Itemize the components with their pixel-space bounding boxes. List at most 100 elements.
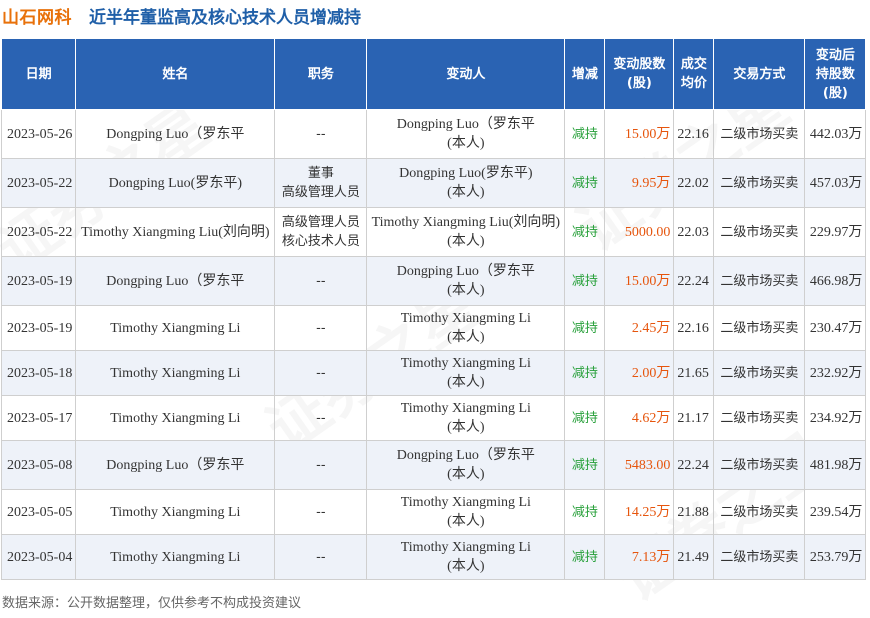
cell-shares: 15.00万 (604, 256, 675, 306)
cell-position: 高级管理人员 核心技术人员 (274, 207, 368, 257)
cell-direction: 减持 (564, 489, 606, 535)
cell-after: 232.92万 (804, 350, 867, 396)
cell-method: 二级市场买卖 (713, 489, 806, 535)
cell-price: 21.65 (673, 350, 715, 396)
cell-position: -- (274, 256, 368, 306)
cell-method: 二级市场买卖 (713, 158, 806, 208)
cell-direction: 减持 (564, 207, 606, 257)
cell-method: 二级市场买卖 (713, 534, 806, 580)
table-row: 2023-05-19 Timothy Xiangming Li -- Timothy … (0, 305, 867, 351)
cell-direction: 减持 (564, 440, 606, 490)
col-header-shares: 变动股数 (股) (604, 38, 675, 110)
cell-shares: 4.62万 (604, 395, 675, 441)
cell-method: 二级市场买卖 (713, 305, 806, 351)
cell-date: 2023-05-19 (0, 305, 77, 351)
cell-name: Dongping Luo(罗东平) (75, 158, 276, 208)
table-row: 2023-05-22 Dongping Luo(罗东平) 董事 高级管理人员 Dongp… (0, 158, 867, 208)
cell-position: -- (274, 489, 368, 535)
cell-method: 二级市场买卖 (713, 440, 806, 490)
cell-changer: Timothy Xiangming Li (本人) (366, 395, 566, 441)
cell-name: Timothy Xiangming Li (75, 305, 276, 351)
cell-position: -- (274, 305, 368, 351)
col-header-position: 职务 (274, 38, 368, 110)
cell-price: 22.03 (673, 207, 715, 257)
data-source-note: 数据来源：公开数据整理，仅供参考不构成投资建议 (2, 596, 302, 611)
table-row: 2023-05-19 Dongping Luo（罗东平 -- Dongping Luo… (0, 256, 867, 306)
cell-price: 22.24 (673, 440, 715, 490)
col-header-price: 成交 均价 (673, 38, 715, 110)
cell-method: 二级市场买卖 (713, 207, 806, 257)
table-row: 2023-05-04 Timothy Xiangming Li -- Timothy … (0, 534, 867, 580)
cell-position: 董事 高级管理人员 (274, 158, 368, 208)
table-row: 2023-05-22 Timothy Xiangming Liu(刘向明) 高级管理… (0, 207, 867, 257)
cell-date: 2023-05-26 (0, 109, 77, 159)
col-header-direction: 增减 (564, 38, 606, 110)
cell-date: 2023-05-19 (0, 256, 77, 306)
cell-date: 2023-05-05 (0, 489, 77, 535)
table-row: 2023-05-05 Timothy Xiangming Li -- Timothy … (0, 489, 867, 535)
cell-direction: 减持 (564, 395, 606, 441)
cell-shares: 2.45万 (604, 305, 675, 351)
cell-name: Timothy Xiangming Liu(刘向明) (75, 207, 276, 257)
page-header: 山石网科 近半年董监高及核心技术人员增减持 (0, 0, 870, 34)
cell-direction: 减持 (564, 350, 606, 396)
cell-after: 230.47万 (804, 305, 867, 351)
cell-price: 22.24 (673, 256, 715, 306)
cell-changer: Timothy Xiangming Li (本人) (366, 534, 566, 580)
cell-name: Dongping Luo（罗东平 (75, 440, 276, 490)
cell-date: 2023-05-22 (0, 158, 77, 208)
cell-changer: Dongping Luo(罗东平) (本人) (366, 158, 566, 208)
cell-direction: 减持 (564, 534, 606, 580)
cell-name: Timothy Xiangming Li (75, 489, 276, 535)
cell-position: -- (274, 109, 368, 159)
cell-price: 22.16 (673, 305, 715, 351)
table-row: 2023-05-08 Dongping Luo（罗东平 -- Dongping Luo… (0, 440, 867, 490)
col-header-date: 日期 (0, 38, 77, 110)
cell-after: 466.98万 (804, 256, 867, 306)
table-header-row: 日期 姓名 职务 变动人 增减 变动股数 (股) 成交 均价 交易方式 变动后 持股数… (0, 38, 867, 110)
cell-changer: Dongping Luo（罗东平 (本人) (366, 440, 566, 490)
cell-shares: 5000.00 (604, 207, 675, 257)
cell-method: 二级市场买卖 (713, 350, 806, 396)
brand-name: 山石网科 (2, 8, 72, 28)
cell-name: Timothy Xiangming Li (75, 534, 276, 580)
cell-direction: 减持 (564, 109, 606, 159)
cell-date: 2023-05-22 (0, 207, 77, 257)
cell-direction: 减持 (564, 305, 606, 351)
cell-date: 2023-05-17 (0, 395, 77, 441)
cell-position: -- (274, 350, 368, 396)
cell-method: 二级市场买卖 (713, 109, 806, 159)
col-header-method: 交易方式 (713, 38, 806, 110)
cell-shares: 9.95万 (604, 158, 675, 208)
cell-name: Dongping Luo（罗东平 (75, 256, 276, 306)
cell-after: 481.98万 (804, 440, 867, 490)
cell-changer: Timothy Xiangming Li (本人) (366, 305, 566, 351)
table-row: 2023-05-18 Timothy Xiangming Li -- Timothy … (0, 350, 867, 396)
cell-after: 234.92万 (804, 395, 867, 441)
cell-name: Dongping Luo（罗东平 (75, 109, 276, 159)
cell-changer: Dongping Luo（罗东平 (本人) (366, 256, 566, 306)
cell-changer: Dongping Luo（罗东平 (本人) (366, 109, 566, 159)
cell-position: -- (274, 534, 368, 580)
cell-shares: 2.00万 (604, 350, 675, 396)
page-title: 近半年董监高及核心技术人员增减持 (89, 8, 361, 28)
cell-price: 21.88 (673, 489, 715, 535)
cell-changer: Timothy Xiangming Li (本人) (366, 489, 566, 535)
cell-price: 22.16 (673, 109, 715, 159)
cell-changer: Timothy Xiangming Li (本人) (366, 350, 566, 396)
col-header-changer: 变动人 (366, 38, 566, 110)
table-row: 2023-05-26 Dongping Luo（罗东平 -- Dongping Luo… (0, 109, 867, 159)
cell-date: 2023-05-18 (0, 350, 77, 396)
cell-after: 457.03万 (804, 158, 867, 208)
cell-after: 239.54万 (804, 489, 867, 535)
cell-shares: 14.25万 (604, 489, 675, 535)
cell-date: 2023-05-08 (0, 440, 77, 490)
insider-trades-table: 日期 姓名 职务 变动人 增减 变动股数 (股) 成交 均价 交易方式 变动后 持股数… (0, 38, 867, 580)
cell-position: -- (274, 440, 368, 490)
col-header-name: 姓名 (75, 38, 276, 110)
cell-position: -- (274, 395, 368, 441)
cell-name: Timothy Xiangming Li (75, 350, 276, 396)
cell-direction: 减持 (564, 158, 606, 208)
cell-shares: 7.13万 (604, 534, 675, 580)
cell-price: 21.49 (673, 534, 715, 580)
